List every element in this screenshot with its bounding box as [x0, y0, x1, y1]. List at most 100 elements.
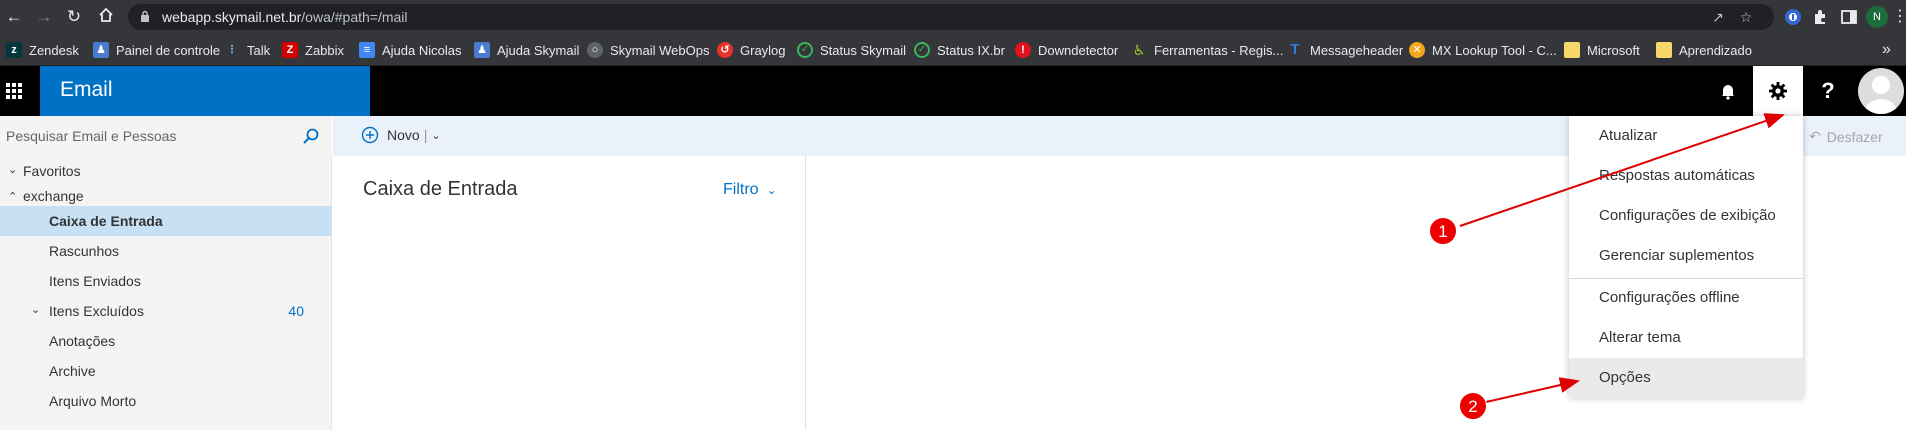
menu-item-label: Alterar tema	[1599, 329, 1681, 346]
bookmark-item[interactable]: ⋮ Talk	[224, 41, 271, 59]
folder-pane: ⌄ Favoritos ⌃ exchange Caixa de Entrada …	[0, 156, 332, 430]
app-brand: Email	[40, 66, 370, 116]
reload-icon[interactable]: ↻	[64, 7, 84, 27]
folder-label: Rascunhos	[49, 243, 120, 259]
undo-label: Desfazer	[1826, 128, 1883, 145]
bookmark-item[interactable]: Aprendizado	[1656, 41, 1752, 59]
avatar[interactable]	[1858, 68, 1904, 114]
home-icon[interactable]	[96, 7, 116, 27]
undo-icon: ↶	[1809, 128, 1821, 144]
folder-item-deleted[interactable]: ⌄ Itens Excluídos 40	[0, 296, 332, 326]
chevron-down-icon[interactable]: ⌄	[431, 129, 440, 142]
menu-item-label: Configurações de exibição	[1599, 207, 1776, 224]
bookmark-label: Ajuda Nicolas	[382, 42, 462, 58]
password-manager-icon[interactable]	[1784, 8, 1802, 26]
menu-item-change-theme[interactable]: Alterar tema	[1569, 318, 1803, 358]
browser-toolbar: ← → ↻ webapp.skymail.net.br/owa/#path=/m…	[0, 0, 1906, 34]
folder-item-dead-archive[interactable]: Arquivo Morto	[0, 386, 332, 416]
chevron-down-icon[interactable]: ⌄	[31, 303, 40, 316]
bookmark-item[interactable]: ✓ Status Skymail	[797, 41, 906, 59]
filter-label: Filtro	[723, 181, 759, 198]
bookmark-item[interactable]: ✓ Status IX.br	[914, 41, 1005, 59]
app-header: Email ?	[0, 66, 1906, 116]
folder-label: Itens Excluídos	[49, 303, 144, 319]
menu-item-label: Atualizar	[1599, 127, 1658, 144]
account-label: exchange	[23, 188, 84, 204]
menu-item-refresh[interactable]: Atualizar	[1569, 116, 1803, 156]
folder-label: Arquivo Morto	[49, 393, 137, 409]
extensions-icon[interactable]	[1812, 8, 1830, 26]
search-box[interactable]: Pesquisar Email e Pessoas	[0, 116, 332, 156]
message-list: Caixa de Entrada Filtro ⌄	[333, 156, 806, 430]
mx-icon: ✕	[1409, 42, 1425, 58]
people-icon: ♟	[474, 42, 490, 58]
folder-icon	[1564, 42, 1580, 58]
undo-button[interactable]: ↶ Desfazer	[1809, 128, 1883, 145]
folder-label: Anotações	[49, 333, 116, 349]
more-bookmarks-icon[interactable]: »	[1882, 41, 1891, 59]
bookmark-item[interactable]: ♟ Painel de controle	[93, 41, 220, 59]
new-button[interactable]: Novo | ⌄	[361, 126, 441, 144]
address-bar[interactable]: webapp.skymail.net.br/owa/#path=/mail ↗ …	[128, 4, 1774, 30]
bookmark-label: Microsoft	[1587, 42, 1640, 58]
help-icon[interactable]: ?	[1803, 66, 1853, 116]
bookmark-star-icon[interactable]: ☆	[1738, 9, 1754, 25]
graylog-icon: ↺	[717, 42, 733, 58]
bookmark-item[interactable]: ≡ Ajuda Nicolas	[359, 41, 462, 59]
filter-button[interactable]: Filtro ⌄	[723, 181, 777, 199]
profile-avatar[interactable]: N	[1866, 6, 1888, 28]
back-icon[interactable]: ←	[4, 7, 24, 27]
bookmark-label: Messageheader	[1310, 42, 1404, 58]
side-panel-icon[interactable]	[1840, 8, 1858, 26]
search-icon[interactable]	[302, 127, 320, 145]
bookmark-label: Downdetector	[1038, 42, 1119, 58]
bookmark-item[interactable]: T Messageheader	[1287, 41, 1403, 59]
folder-label: Itens Enviados	[49, 273, 141, 289]
bell-icon	[1722, 85, 1734, 100]
notifications-button[interactable]	[1703, 66, 1753, 116]
bookmark-item[interactable]: z Zendesk	[6, 41, 79, 59]
folder-item-inbox[interactable]: Caixa de Entrada	[0, 206, 332, 236]
bookmark-item[interactable]: ♟ Ajuda Skymail	[474, 41, 579, 59]
chevron-down-icon[interactable]: ⌄	[8, 163, 17, 176]
bookmark-item[interactable]: ♿ Ferramentas - Regis...	[1131, 41, 1284, 59]
app-launcher-icon[interactable]	[0, 66, 28, 116]
bookmark-item[interactable]: ! Downdetector	[1015, 41, 1118, 59]
search-input[interactable]: Pesquisar Email e Pessoas	[6, 128, 176, 144]
folder-item-sent[interactable]: Itens Enviados	[0, 266, 332, 296]
bookmark-item[interactable]: Microsoft	[1564, 41, 1640, 59]
doc-icon: ≡	[359, 42, 375, 58]
alert-icon: !	[1015, 42, 1031, 58]
tools-icon: ♿	[1132, 42, 1146, 58]
bookmark-label: Status Skymail	[820, 42, 906, 58]
menu-item-manage-addins[interactable]: Gerenciar suplementos	[1569, 236, 1803, 276]
share-icon[interactable]: ↗	[1710, 9, 1726, 25]
menu-item-label: Configurações offline	[1599, 289, 1740, 306]
bookmark-item[interactable]: ○ Skymail WebOps	[587, 41, 709, 59]
bookmark-item[interactable]: ↺ Graylog	[717, 41, 786, 59]
menu-item-options[interactable]: Opções	[1569, 358, 1803, 398]
annotation-arrow-2	[1485, 377, 1580, 403]
bookmark-label: MX Lookup Tool - C...	[1432, 42, 1557, 58]
menu-item-auto-replies[interactable]: Respostas automáticas	[1569, 156, 1803, 196]
check-circle-icon: ✓	[797, 42, 813, 58]
folder-item-drafts[interactable]: Rascunhos	[0, 236, 332, 266]
talk-icon: ⋮	[226, 44, 238, 56]
forward-icon[interactable]: →	[34, 7, 54, 27]
settings-button[interactable]	[1753, 66, 1803, 116]
bookmark-label: Skymail WebOps	[610, 42, 710, 58]
bookmark-item[interactable]: ✕ MX Lookup Tool - C...	[1409, 41, 1557, 59]
add-icon	[361, 126, 379, 144]
favorites-label: Favoritos	[23, 163, 81, 179]
chevron-up-icon[interactable]: ⌃	[8, 190, 17, 203]
bookmark-item[interactable]: Z Zabbix	[282, 41, 344, 59]
menu-item-display-settings[interactable]: Configurações de exibição	[1569, 196, 1803, 236]
kebab-menu-icon[interactable]: ⋮	[1892, 7, 1906, 27]
zabbix-icon: Z	[282, 42, 298, 58]
bookmark-label: Ajuda Skymail	[497, 42, 580, 58]
menu-item-offline-settings[interactable]: Configurações offline	[1569, 278, 1803, 318]
t-icon: T	[1290, 41, 1300, 58]
folder-item-notes[interactable]: Anotações	[0, 326, 332, 356]
folder-label: Caixa de Entrada	[49, 213, 163, 229]
folder-item-archive[interactable]: Archive	[0, 356, 332, 386]
